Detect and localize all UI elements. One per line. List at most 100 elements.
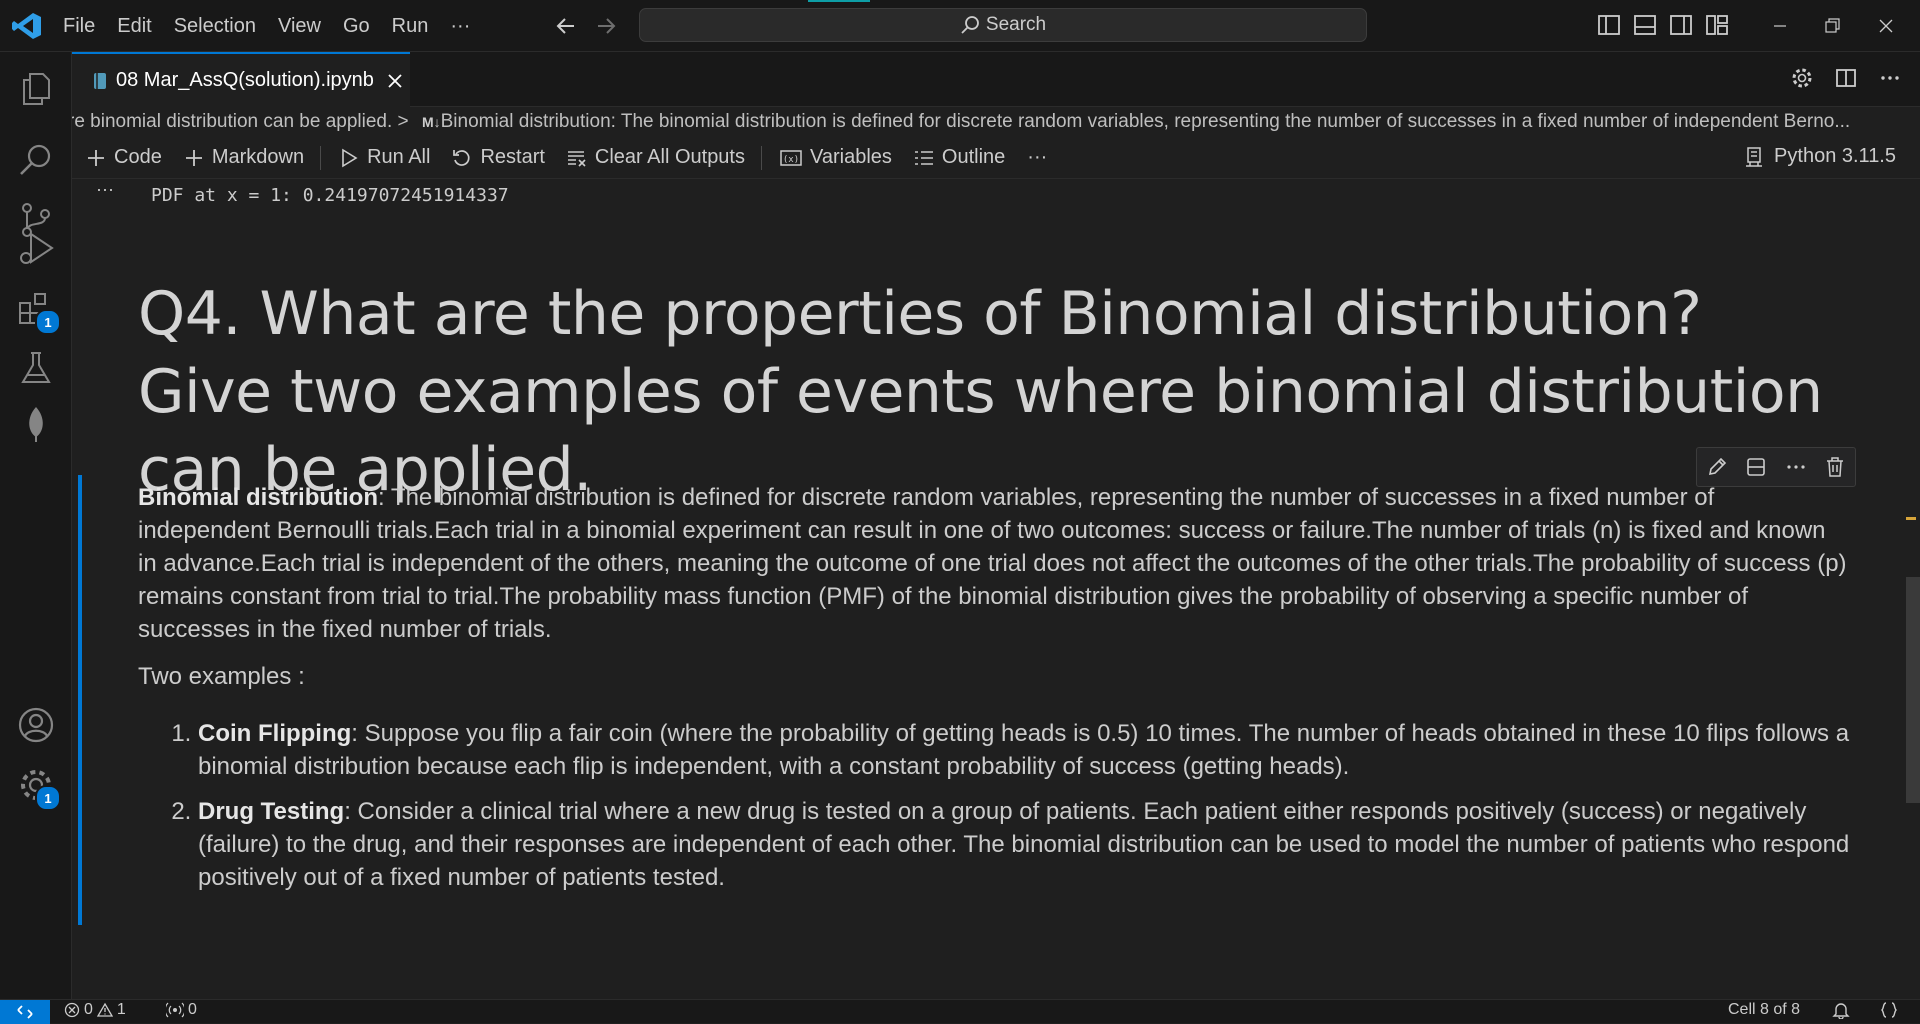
list-item: Drug Testing: Consider a clinical trial … bbox=[198, 795, 1850, 894]
toggle-primary-sidebar-icon[interactable] bbox=[1596, 12, 1622, 38]
warning-count: 1 bbox=[116, 1001, 126, 1018]
account-icon[interactable] bbox=[16, 705, 56, 745]
ports-indicator[interactable]: 0 bbox=[166, 1001, 197, 1019]
scrollbar-marker bbox=[1906, 517, 1916, 520]
arrow-left-icon[interactable] bbox=[554, 14, 578, 38]
output-collapse-dots[interactable]: ··· bbox=[96, 179, 114, 200]
kernel-label: Python 3.11.5 bbox=[1774, 145, 1896, 167]
menu-go[interactable]: Go bbox=[332, 15, 381, 38]
title-bar-accent bbox=[808, 0, 870, 2]
example-text: : Consider a clinical trial where a new … bbox=[198, 798, 1850, 891]
toggle-secondary-sidebar-icon[interactable] bbox=[1668, 12, 1694, 38]
question-heading: Q4. What are the properties of Binomial … bbox=[138, 279, 1823, 505]
menu-selection[interactable]: Selection bbox=[163, 15, 267, 38]
minimize-window-icon[interactable] bbox=[1766, 12, 1794, 40]
outline-label: Outline bbox=[941, 146, 1006, 168]
close-window-icon[interactable] bbox=[1872, 12, 1900, 40]
title-bar: File Edit Selection View Go Run ··· Sear… bbox=[0, 0, 1920, 52]
notebook-toolbar: Code Markdown Run All Restart Clear All … bbox=[72, 137, 1920, 179]
clear-outputs-icon bbox=[567, 148, 595, 168]
search-icon bbox=[960, 15, 986, 35]
clear-all-outputs-label: Clear All Outputs bbox=[594, 146, 745, 168]
customize-layout-icon[interactable] bbox=[1704, 12, 1730, 38]
editor-tab-bar: 08 Mar_AssQ(solution).ipynb bbox=[72, 52, 1920, 107]
notebook-file-icon bbox=[92, 71, 108, 91]
editor-actions bbox=[1790, 66, 1902, 90]
markdown-cell[interactable]: Binomial distribution: The binomial dist… bbox=[138, 481, 1850, 906]
list-item: Coin Flipping: Suppose you flip a fair c… bbox=[198, 717, 1850, 783]
toggle-panel-icon[interactable] bbox=[1632, 12, 1658, 38]
remote-icon[interactable] bbox=[0, 1000, 50, 1024]
toolbar-divider bbox=[761, 145, 762, 170]
close-icon[interactable] bbox=[386, 72, 404, 90]
activity-bar: 1 1 bbox=[0, 52, 72, 999]
ports-count: 0 bbox=[188, 1001, 197, 1018]
cell-position[interactable]: Cell 8 of 8 bbox=[1728, 1001, 1800, 1019]
example-term: Coin Flipping bbox=[198, 720, 352, 747]
breadcrumb-cell[interactable]: Binomial distribution: The binomial dist… bbox=[441, 111, 1851, 132]
trash-icon[interactable] bbox=[1824, 456, 1846, 478]
cell-more-icon[interactable] bbox=[1785, 456, 1807, 478]
clear-all-outputs-button[interactable]: Clear All Outputs bbox=[567, 146, 745, 169]
markdown-label: Markdown bbox=[211, 146, 305, 168]
svg-text:(x): (x) bbox=[783, 155, 799, 165]
split-editor-icon[interactable] bbox=[1834, 66, 1858, 90]
problems-indicator[interactable]: 0 1 bbox=[64, 1001, 126, 1019]
more-actions-icon[interactable] bbox=[1878, 66, 1902, 90]
plus-icon bbox=[86, 148, 114, 168]
vertical-scrollbar[interactable] bbox=[1906, 577, 1920, 803]
kernel-icon bbox=[1744, 146, 1774, 168]
menu-view[interactable]: View bbox=[267, 15, 332, 38]
toolbar-more-button[interactable]: ··· bbox=[1027, 146, 1047, 169]
run-debug-icon[interactable] bbox=[16, 228, 56, 268]
menu-more[interactable]: ··· bbox=[439, 15, 481, 38]
example-term: Drug Testing bbox=[198, 798, 345, 825]
variables-icon: (x) bbox=[780, 148, 810, 168]
mongodb-leaf-icon[interactable] bbox=[16, 404, 56, 444]
examples-list: Coin Flipping: Suppose you flip a fair c… bbox=[138, 717, 1850, 894]
variables-label: Variables bbox=[810, 146, 892, 168]
arrow-right-icon[interactable] bbox=[594, 14, 618, 38]
variables-button[interactable]: (x) Variables bbox=[780, 146, 892, 169]
notebook-settings-gear-icon[interactable] bbox=[1790, 66, 1814, 90]
restart-label: Restart bbox=[480, 146, 545, 168]
code-label: Code bbox=[114, 146, 162, 168]
explorer-icon[interactable] bbox=[16, 68, 56, 108]
restore-window-icon[interactable] bbox=[1818, 12, 1846, 40]
menu-edit[interactable]: Edit bbox=[106, 15, 162, 38]
examples-intro: Two examples : bbox=[138, 663, 305, 690]
tab-notebook[interactable]: 08 Mar_AssQ(solution).ipynb bbox=[72, 52, 410, 107]
braces-icon[interactable] bbox=[1880, 1001, 1902, 1019]
error-icon bbox=[64, 1002, 84, 1018]
outline-icon bbox=[914, 148, 942, 168]
kernel-picker[interactable]: Python 3.11.5 bbox=[1744, 145, 1896, 168]
cell-focus-indicator bbox=[78, 475, 82, 925]
definition-text: : The binomial distribution is defined f… bbox=[138, 484, 1847, 643]
outline-button[interactable]: Outline bbox=[914, 146, 1005, 169]
definition-paragraph: Binomial distribution: The binomial dist… bbox=[138, 481, 1850, 646]
search-label: Search bbox=[985, 14, 1047, 35]
layout-controls bbox=[1596, 12, 1730, 38]
add-code-cell-button[interactable]: Code bbox=[86, 146, 162, 169]
breadcrumb-heading[interactable]: re binomial distribution can be applied. bbox=[72, 111, 392, 132]
testing-icon[interactable] bbox=[16, 348, 56, 388]
command-center-search[interactable]: Search bbox=[639, 8, 1367, 42]
menu-file[interactable]: File bbox=[52, 15, 106, 38]
run-all-button[interactable]: Run All bbox=[339, 146, 430, 169]
menu-run[interactable]: Run bbox=[381, 15, 440, 38]
search-view-icon[interactable] bbox=[16, 140, 56, 180]
vscode-logo-icon bbox=[12, 12, 42, 40]
definition-term: Binomial distribution bbox=[138, 484, 378, 511]
run-all-label: Run All bbox=[367, 146, 431, 168]
restart-button[interactable]: Restart bbox=[452, 146, 545, 169]
status-bar: 0 1 0 Cell 8 of 8 bbox=[0, 999, 1920, 1024]
bell-icon[interactable] bbox=[1832, 1001, 1854, 1019]
ports-icon bbox=[166, 1002, 188, 1018]
add-markdown-cell-button[interactable]: Markdown bbox=[184, 146, 304, 169]
tab-label: 08 Mar_AssQ(solution).ipynb bbox=[116, 69, 374, 91]
edit-pencil-icon[interactable] bbox=[1706, 456, 1728, 478]
breadcrumb-separator: > bbox=[397, 111, 409, 132]
toolbar-divider bbox=[320, 145, 322, 170]
example-text: : Suppose you flip a fair coin (where th… bbox=[198, 720, 1850, 780]
split-cell-icon[interactable] bbox=[1745, 456, 1767, 478]
